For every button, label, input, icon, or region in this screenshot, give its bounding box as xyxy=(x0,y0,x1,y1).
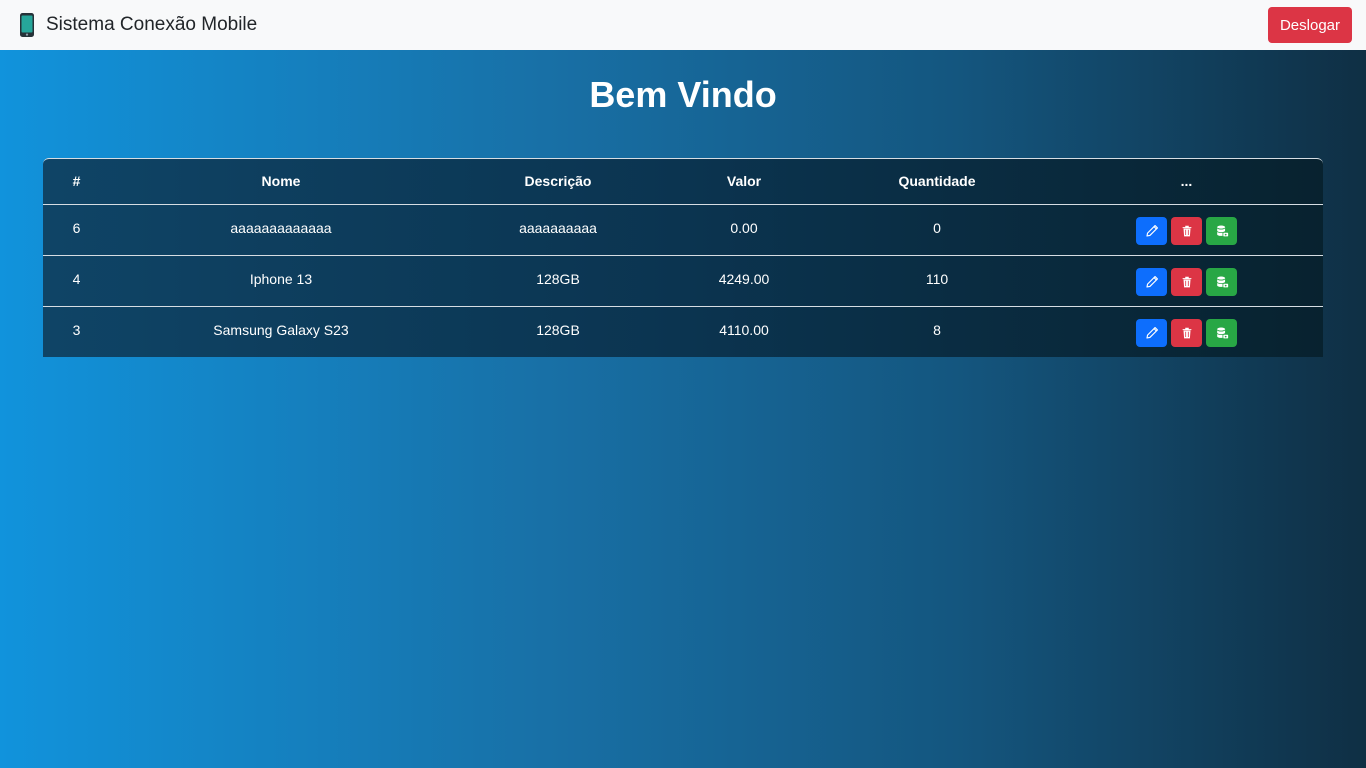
cell-valor: 4249.00 xyxy=(664,254,824,306)
cell-nome: Samsung Galaxy S23 xyxy=(110,305,452,357)
stock-button[interactable] xyxy=(1206,267,1237,296)
brand[interactable]: Sistema Conexão Mobile xyxy=(18,12,257,38)
cell-actions xyxy=(1050,305,1323,357)
cell-quantidade: 110 xyxy=(824,254,1050,306)
page-title: Bem Vindo xyxy=(589,74,777,115)
trash-icon xyxy=(1182,225,1191,236)
column-header-valor: Valor xyxy=(664,159,824,205)
delete-button[interactable] xyxy=(1171,318,1202,347)
database-icon xyxy=(1216,327,1228,339)
table-row: 4 Iphone 13 128GB 4249.00 110 xyxy=(43,254,1323,306)
table-row: 6 aaaaaaaaaaaaa aaaaaaaaaa 0.00 0 xyxy=(43,204,1323,255)
cell-id: 3 xyxy=(43,305,110,357)
cell-id: 6 xyxy=(72,219,81,236)
column-header-quantidade: Quantidade xyxy=(824,159,1050,205)
edit-button[interactable] xyxy=(1136,318,1167,347)
cell-nome: Iphone 13 xyxy=(110,254,452,306)
trash-icon xyxy=(1182,327,1191,339)
cell-valor: 0.00 xyxy=(730,219,758,236)
stock-button[interactable] xyxy=(1206,318,1237,347)
pencil-icon xyxy=(1145,275,1158,288)
cell-descricao: aaaaaaaaaa xyxy=(519,219,597,236)
logout-button[interactable]: Deslogar xyxy=(1267,7,1352,43)
navbar: Sistema Conexão Mobile Deslogar xyxy=(0,0,1366,50)
cell-descricao: 128GB xyxy=(452,254,664,306)
database-icon xyxy=(1216,275,1228,287)
cell-descricao: 128GB xyxy=(452,305,664,357)
stock-button[interactable] xyxy=(1206,216,1237,245)
table-header-row: # Nome Descrição Valor Quantidade ... xyxy=(43,159,1323,205)
cell-id: 4 xyxy=(43,254,110,306)
cell-actions xyxy=(1050,204,1323,255)
edit-button[interactable] xyxy=(1136,267,1167,296)
cell-quantidade: 8 xyxy=(824,305,1050,357)
brand-title: Sistema Conexão Mobile xyxy=(46,14,258,35)
pencil-icon xyxy=(1145,224,1158,237)
column-header-id: # xyxy=(43,159,110,205)
cell-valor: 4110.00 xyxy=(664,305,824,357)
edit-button[interactable] xyxy=(1136,216,1167,245)
column-header-nome: Nome xyxy=(110,159,452,205)
trash-icon xyxy=(1182,276,1191,287)
delete-button[interactable] xyxy=(1171,267,1202,296)
delete-button[interactable] xyxy=(1171,216,1202,245)
database-icon xyxy=(1216,224,1228,236)
column-header-descricao: Descrição xyxy=(452,159,664,205)
mobile-phone-icon xyxy=(18,12,36,38)
table-row: 3 Samsung Galaxy S23 128GB 4110.00 8 xyxy=(43,305,1323,357)
products-table: # Nome Descrição Valor Quantidade ... 6 … xyxy=(43,158,1323,357)
pencil-icon xyxy=(1145,326,1158,339)
column-header-actions: ... xyxy=(1050,159,1323,205)
cell-actions xyxy=(1050,254,1323,306)
cell-quantidade: 0 xyxy=(933,219,941,236)
cell-nome: aaaaaaaaaaaaa xyxy=(230,219,332,236)
